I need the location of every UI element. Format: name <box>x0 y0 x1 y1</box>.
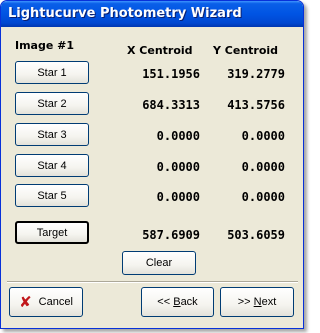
cancel-x-icon: ✘ <box>19 293 32 311</box>
star-3-button[interactable]: Star 3 <box>15 123 89 146</box>
next-button[interactable]: >> Next <box>220 287 294 317</box>
star-5-y-value: 0.0000 <box>241 190 285 204</box>
window-title: Lightucurve Photometry Wizard <box>8 6 242 21</box>
target-y-value: 503.6059 <box>227 228 285 242</box>
star-2-button[interactable]: Star 2 <box>15 92 89 115</box>
cancel-label: Cancel <box>38 296 73 308</box>
star-1-button[interactable]: Star 1 <box>15 61 89 84</box>
star-1-x-value: 151.1956 <box>142 67 200 81</box>
image-label: Image #1 <box>15 39 75 52</box>
next-mnemonic: N <box>253 296 262 308</box>
back-mnemonic: B <box>173 296 181 308</box>
target-button[interactable]: Target <box>15 221 89 244</box>
back-label-rest: ack <box>180 296 198 308</box>
next-arrows: >> <box>237 296 251 308</box>
wizard-client-area: Image #1 X Centroid Y Centroid Star 1 15… <box>4 27 300 325</box>
back-button[interactable]: << Back <box>141 287 214 317</box>
cancel-button[interactable]: ✘ Cancel <box>9 287 83 317</box>
y-centroid-header: Y Centroid <box>213 44 279 57</box>
star-4-y-value: 0.0000 <box>241 160 285 174</box>
star-5-button[interactable]: Star 5 <box>15 184 89 207</box>
star-2-y-value: 413.5756 <box>227 98 285 112</box>
star-1-y-value: 319.2779 <box>227 67 285 81</box>
star-4-x-value: 0.0000 <box>156 160 200 174</box>
wizard-navigation-panel: ✘ Cancel << Back >> Next <box>7 281 298 321</box>
star-4-button[interactable]: Star 4 <box>15 154 89 177</box>
title-bar[interactable]: Lightucurve Photometry Wizard <box>1 1 303 27</box>
target-x-value: 587.6909 <box>142 228 200 242</box>
star-3-y-value: 0.0000 <box>241 129 285 143</box>
clear-button[interactable]: Clear <box>122 251 196 275</box>
back-arrows: << <box>157 296 171 308</box>
next-label-rest: ext <box>261 296 277 308</box>
star-2-x-value: 684.3313 <box>142 98 200 112</box>
star-3-x-value: 0.0000 <box>156 129 200 143</box>
x-centroid-header: X Centroid <box>127 44 193 57</box>
wizard-window: Lightucurve Photometry Wizard Image #1 X… <box>0 0 304 329</box>
star-5-x-value: 0.0000 <box>156 190 200 204</box>
